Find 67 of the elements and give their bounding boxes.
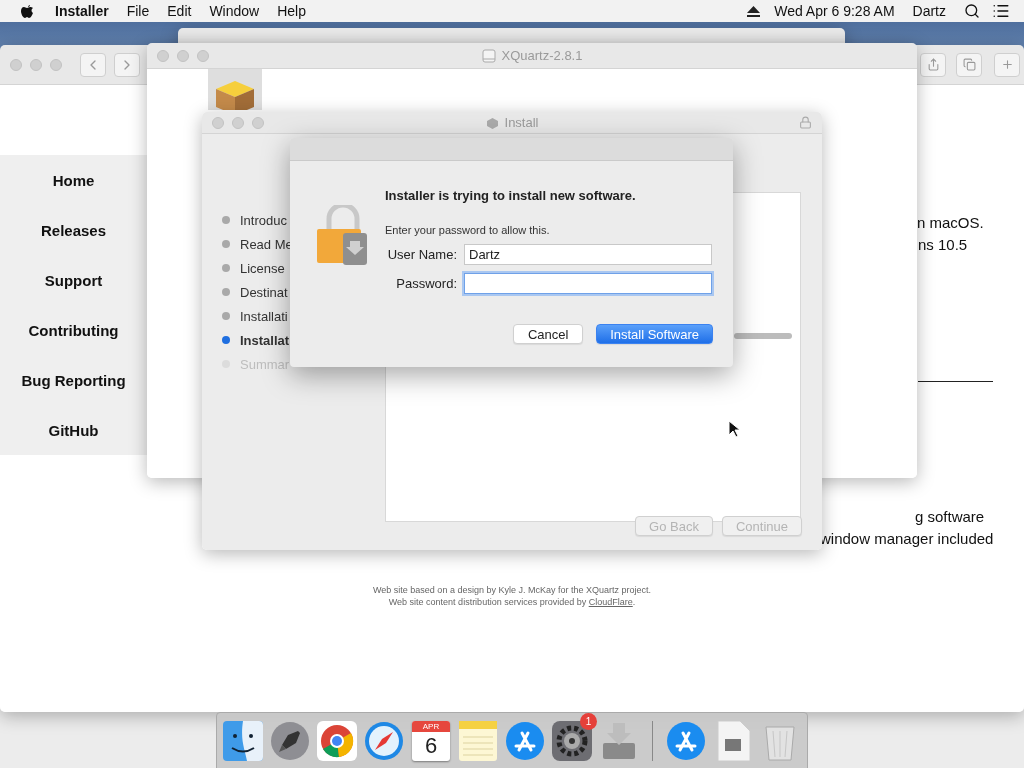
page-text: n macOS. [917,214,984,231]
nav-link[interactable]: Home [0,155,147,205]
notepad-icon[interactable] [459,721,497,761]
copy-icon [962,58,976,71]
notification-badge: 1 [580,713,597,730]
window-button[interactable] [232,116,244,129]
dialog-heading: Installer is trying to install new software. [385,188,637,203]
calendar-icon[interactable]: APR 6 [412,721,450,761]
window-button[interactable] [197,49,209,62]
menu-item[interactable]: Edit [167,3,192,19]
menu-app-name[interactable]: Installer [55,3,109,19]
page-text: g software [915,508,985,525]
page-text: ns 10.5 [918,236,968,253]
input-field[interactable] [464,273,712,294]
dialog-button[interactable]: Install Software [596,324,713,344]
window-button[interactable] [50,58,62,71]
calendar-month: APR [412,721,450,732]
app-store-icon[interactable] [505,721,545,761]
face-icon[interactable] [223,721,263,761]
nav-link[interactable]: Support [0,255,147,305]
plus-icon [1000,58,1014,71]
search-icon[interactable] [964,3,980,19]
menu-item[interactable]: File [126,3,150,19]
dialog-message: Enter your password to allow this. [385,224,551,236]
window-button[interactable] [30,58,42,71]
cursor-icon [728,420,740,438]
dialog-button[interactable]: Cancel [513,324,584,344]
page-text: window manager included [820,530,994,547]
list-icon[interactable] [992,2,1010,20]
input-field[interactable]: Dartz [464,244,712,265]
menu-item[interactable]: Help [277,3,306,19]
menu-user[interactable]: Dartz [912,3,946,19]
compass-icon[interactable] [364,721,404,761]
footer-text: Web site content distribution services provided by [388,597,588,607]
menu-clock[interactable]: Wed Apr 6 9:28 AM [774,3,895,19]
window-button[interactable] [10,58,22,71]
lock-icon [799,116,812,129]
nav-link[interactable]: Bug Reporting [0,355,147,405]
padlock-icon [317,205,369,267]
field-label: Password: [395,276,457,291]
nav-link[interactable]: GitHub [0,405,147,455]
browser-icon[interactable] [317,721,357,761]
app-store-icon[interactable] [666,721,706,761]
footer-link[interactable]: CloudFlare [588,597,633,607]
nav-link[interactable]: Releases [0,205,147,255]
field-label: User Name: [386,247,457,262]
footer-text: . [632,597,636,607]
window-button[interactable] [157,49,169,62]
window-button[interactable] [212,116,224,129]
window-title: XQuartz-2.8.1 [501,48,583,63]
new-tab-button[interactable] [994,52,1020,77]
forward-button[interactable] [114,52,140,77]
tabs-button[interactable] [956,52,982,77]
share-button[interactable] [920,52,946,77]
apple-icon[interactable] [20,3,34,19]
eject-icon[interactable] [747,5,761,17]
window-button[interactable] [252,116,264,129]
nav-link[interactable]: Contributing [0,305,147,355]
calendar-day: 6 [424,732,438,760]
window-title: Install [504,115,539,130]
footer-text: Web site based on a design by Kyle J. McKay for the XQuartz project. [373,585,651,595]
menu-item[interactable]: Window [209,3,260,19]
back-button[interactable] [80,52,106,77]
window-button[interactable] [177,49,189,62]
share-icon [926,58,940,71]
rocket-icon[interactable] [270,721,310,761]
document-icon[interactable] [716,721,750,761]
